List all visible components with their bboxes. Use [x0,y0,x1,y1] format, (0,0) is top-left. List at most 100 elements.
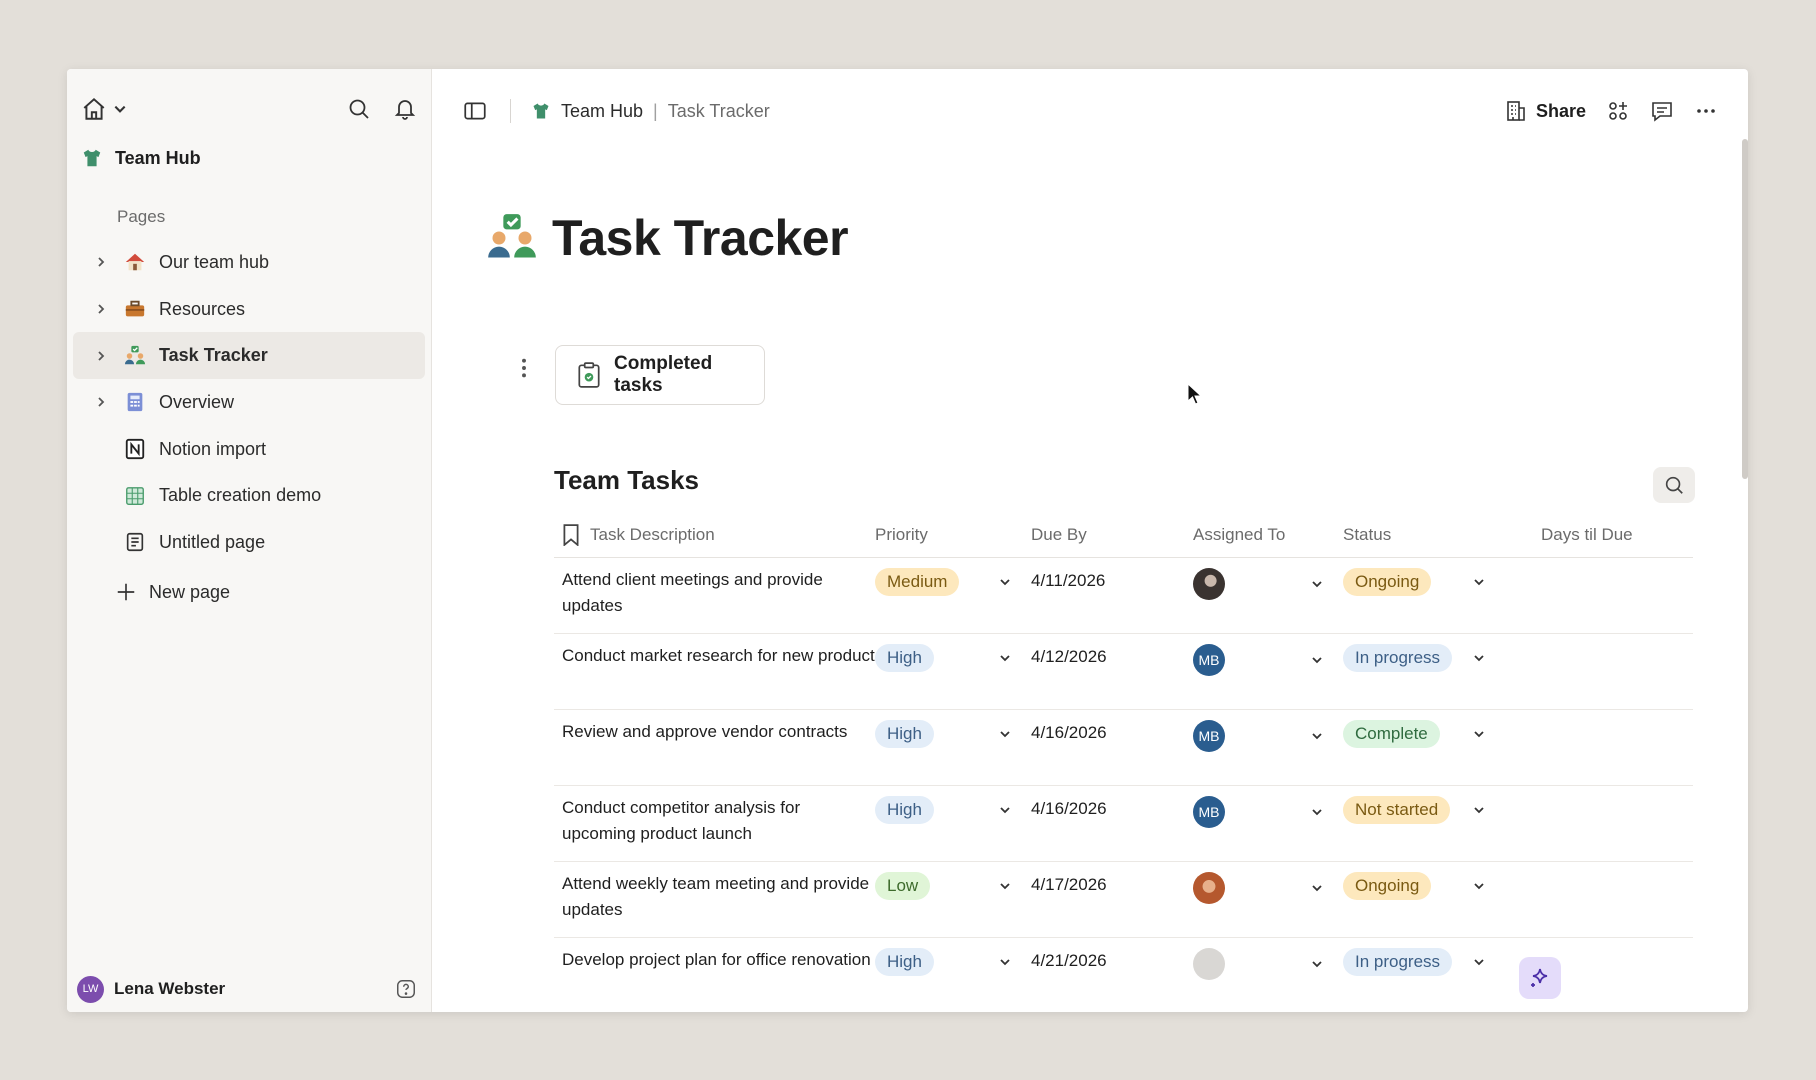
more-options-icon[interactable] [1694,99,1718,123]
chevron-down-icon[interactable] [1311,958,1323,970]
status-cell[interactable]: Ongoing [1343,862,1541,900]
priority-cell[interactable]: High [875,710,1031,748]
priority-cell[interactable]: Low [875,862,1031,900]
apps-plus-icon[interactable] [1606,99,1630,123]
column-header-days-til-due[interactable]: Days til Due [1541,525,1693,545]
team-check-icon[interactable] [486,212,538,264]
sidebar-item-table-creation-demo[interactable]: Table creation demo [73,472,425,519]
task-description-cell[interactable]: Develop project plan for office renovati… [554,938,875,973]
column-header-task-description[interactable]: Task Description [554,524,875,546]
chevron-down-icon[interactable] [1311,882,1323,894]
workspace-name: Team Hub [115,147,201,168]
breadcrumb-team-hub[interactable]: Team Hub [561,101,643,122]
chevron-right-icon[interactable] [93,301,109,317]
assigned-to-cell[interactable] [1193,938,1343,980]
column-header-priority[interactable]: Priority [875,525,1031,545]
days-til-due-cell[interactable] [1541,634,1693,644]
chevron-down-icon[interactable] [999,728,1011,740]
sidebar-toggle-icon[interactable] [462,98,488,124]
status-cell[interactable]: In progress [1343,634,1541,672]
chevron-down-icon[interactable] [1473,956,1485,968]
page-title[interactable]: Task Tracker [552,209,849,267]
status-badge: Ongoing [1343,872,1432,900]
bell-icon[interactable] [393,97,417,121]
due-date-cell[interactable]: 4/12/2026 [1031,634,1193,667]
chevron-down-icon[interactable] [1473,728,1485,740]
assigned-to-cell[interactable]: MB [1193,634,1343,676]
task-description-cell[interactable]: Attend client meetings and provide updat… [554,558,875,619]
block-drag-handle-icon[interactable] [520,357,528,379]
ai-assistant-button[interactable] [1519,957,1561,999]
due-date-cell[interactable]: 4/17/2026 [1031,862,1193,895]
chevron-down-icon[interactable] [1311,578,1323,590]
workspace-title[interactable]: Team Hub [81,147,201,169]
new-page-button[interactable]: New page [115,581,230,603]
home-menu-button[interactable] [81,96,127,122]
sidebar-item-notion-import[interactable]: Notion import [73,426,425,473]
task-description-cell[interactable]: Review and approve vendor contracts [554,710,875,745]
priority-cell[interactable]: High [875,634,1031,672]
days-til-due-cell[interactable] [1541,710,1693,720]
due-date-cell[interactable]: 4/16/2026 [1031,710,1193,743]
task-description-cell[interactable]: Attend weekly team meeting and provide u… [554,862,875,923]
comment-icon[interactable] [1650,99,1674,123]
assigned-to-cell[interactable] [1193,862,1343,904]
share-button[interactable]: Share [1504,99,1586,123]
chevron-down-icon[interactable] [1311,806,1323,818]
chevron-right-icon[interactable] [93,254,109,270]
status-cell[interactable]: Not started [1343,786,1541,824]
assigned-to-cell[interactable]: MB [1193,710,1343,752]
vertical-scrollbar[interactable] [1742,139,1748,479]
chevron-down-icon[interactable] [999,652,1011,664]
sidebar-item-label: Task Tracker [159,345,268,366]
priority-cell[interactable]: Medium [875,558,1031,596]
sidebar-item-label: Untitled page [159,531,266,552]
user-profile[interactable]: LW Lena Webster [77,970,417,1008]
search-icon[interactable] [347,97,371,121]
completed-tasks-link-card[interactable]: Completed tasks [555,345,765,405]
task-description-cell[interactable]: Conduct market research for new product [554,634,875,669]
column-header-assigned-to[interactable]: Assigned To [1193,525,1343,545]
column-header-due-by[interactable]: Due By [1031,525,1193,545]
chevron-down-icon[interactable] [1473,804,1485,816]
sidebar-item-resources[interactable]: Resources [73,286,425,333]
chevron-down-icon[interactable] [999,880,1011,892]
sidebar-item-our-team-hub[interactable]: Our team hub [73,239,425,286]
status-cell[interactable]: Complete [1343,710,1541,748]
chevron-down-icon[interactable] [999,576,1011,588]
sidebar-item-task-tracker[interactable]: Task Tracker [73,332,425,380]
status-cell[interactable]: Ongoing [1343,558,1541,596]
task-description-cell[interactable]: Conduct competitor analysis for upcoming… [554,786,875,847]
due-date-cell[interactable]: 4/16/2026 [1031,786,1193,819]
table-title: Team Tasks [554,465,700,495]
chevron-down-icon[interactable] [1311,654,1323,666]
due-date-cell[interactable]: 4/21/2026 [1031,938,1193,971]
assigned-to-cell[interactable] [1193,558,1343,600]
days-til-due-cell[interactable] [1541,786,1693,796]
status-cell[interactable]: In progress [1343,938,1541,976]
chevron-down-icon[interactable] [999,804,1011,816]
column-header-status[interactable]: Status [1343,525,1541,545]
chevron-right-icon[interactable] [93,394,109,410]
breadcrumb-task-tracker[interactable]: Task Tracker [668,101,770,122]
days-til-due-cell[interactable] [1541,862,1693,872]
sidebar-item-untitled-page[interactable]: Untitled page [73,519,425,566]
chevron-down-icon[interactable] [1473,652,1485,664]
table-row: Attend client meetings and provide updat… [554,558,1693,634]
user-avatar: LW [77,975,104,1003]
status-badge: In progress [1343,948,1453,976]
due-date-cell[interactable]: 4/11/2026 [1031,558,1193,591]
chevron-down-icon[interactable] [1473,576,1485,588]
days-til-due-cell[interactable] [1541,938,1693,948]
sidebar-item-overview[interactable]: Overview [73,379,425,426]
priority-cell[interactable]: High [875,938,1031,976]
assigned-to-cell[interactable]: MB [1193,786,1343,828]
priority-cell[interactable]: High [875,786,1031,824]
chevron-down-icon[interactable] [1311,730,1323,742]
chevron-down-icon[interactable] [999,956,1011,968]
chevron-down-icon[interactable] [1473,880,1485,892]
days-til-due-cell[interactable] [1541,558,1693,568]
help-icon[interactable] [395,978,417,1000]
chevron-right-icon[interactable] [93,348,109,364]
table-search-button[interactable] [1653,467,1695,503]
